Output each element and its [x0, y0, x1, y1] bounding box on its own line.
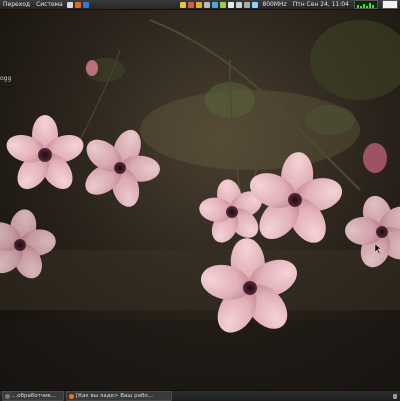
- launcher-icon-3[interactable]: [82, 1, 89, 8]
- network-icon[interactable]: [236, 1, 243, 8]
- volume-icon[interactable]: [244, 1, 251, 8]
- tray-icon-6[interactable]: [220, 1, 227, 8]
- desktop-icon-label[interactable]: ogg: [0, 75, 11, 82]
- launcher-icon-1[interactable]: [66, 1, 73, 8]
- cpu-frequency: 800MHz: [262, 1, 287, 8]
- taskbar-item-label: [Как вы ладе> Ваш рабо...: [76, 393, 154, 399]
- memory-graph: [382, 0, 398, 9]
- window-icon: [5, 393, 10, 399]
- top-panel: Переход Система 800MHz Птн Сен 24, 11:04: [0, 0, 400, 10]
- tray-icon-7[interactable]: [228, 1, 235, 8]
- desktop-wallpaper: ogg: [0, 0, 400, 400]
- applications-menu[interactable]: Переход: [0, 0, 33, 9]
- tray-icon-2[interactable]: [188, 1, 195, 8]
- folder-icon[interactable]: [180, 1, 187, 8]
- show-desktop-icon[interactable]: [393, 393, 397, 399]
- cpu-load-graph: [354, 0, 378, 9]
- battery-icon[interactable]: [252, 1, 259, 8]
- tray-icon-4[interactable]: [204, 1, 211, 8]
- taskbar-item-label: ...обработчик...: [12, 393, 57, 399]
- chat-icon[interactable]: [212, 1, 219, 8]
- clock[interactable]: Птн Сен 24, 11:04: [290, 0, 352, 9]
- launcher-icon-2[interactable]: [74, 1, 81, 8]
- system-menu[interactable]: Система: [33, 0, 66, 9]
- tray-icon-3[interactable]: [196, 1, 203, 8]
- bottom-panel: ...обработчик... [Как вы ладе> Ваш рабо.…: [0, 390, 400, 401]
- flower-wallpaper-image: [0, 0, 400, 400]
- firefox-icon: [69, 393, 74, 399]
